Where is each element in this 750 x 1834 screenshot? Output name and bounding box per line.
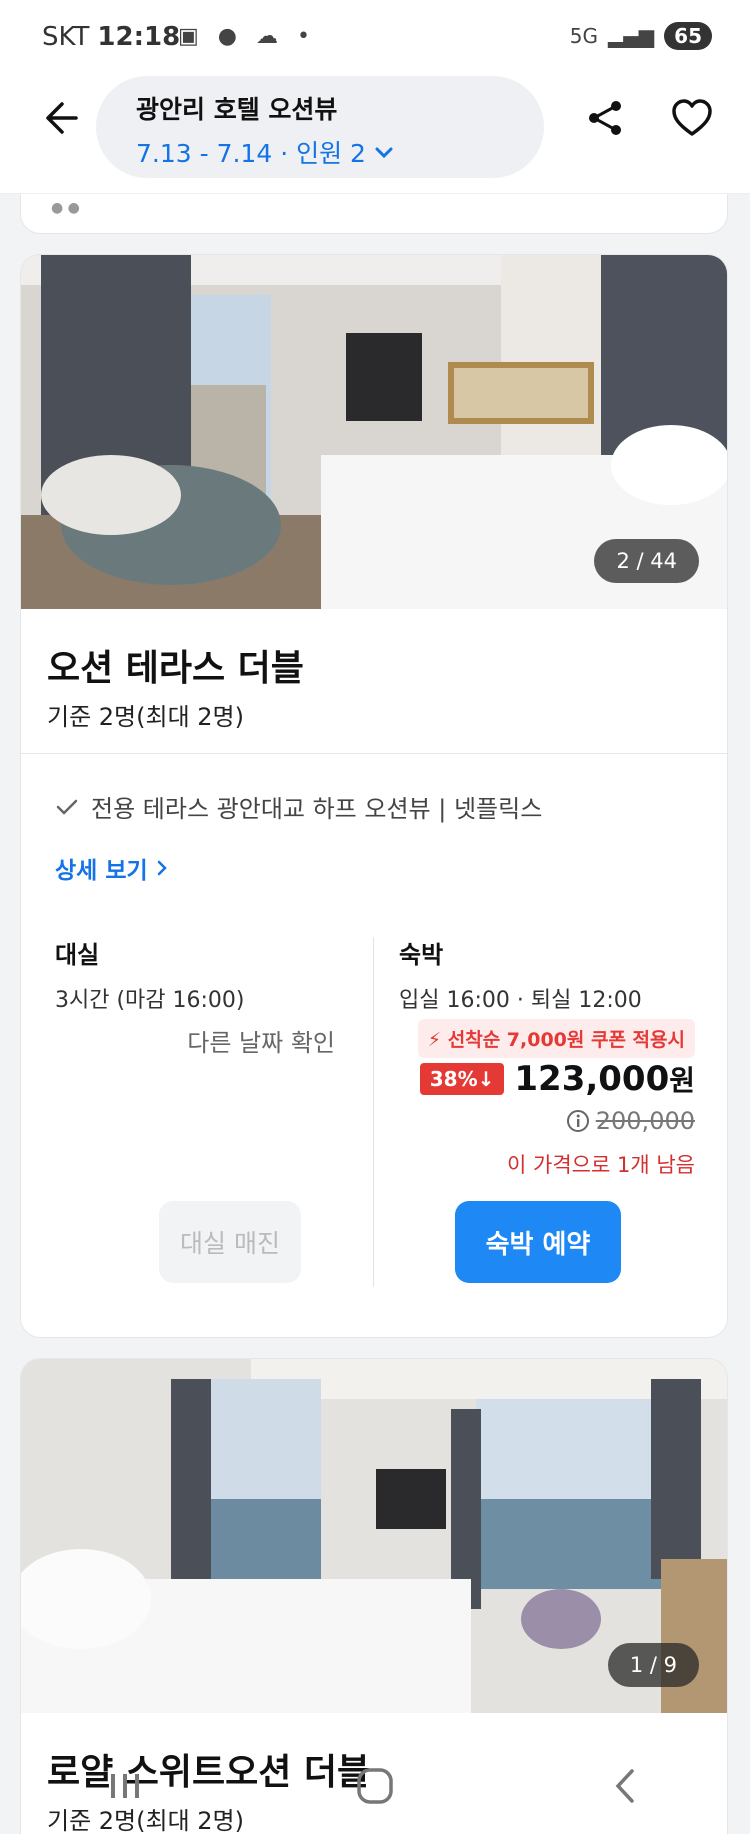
previous-card-bottom: ● ● <box>20 194 728 234</box>
coupon-badge: ⚡ 선착순 7,000원 쿠폰 적용시 <box>417 1019 695 1058</box>
book-stay-button[interactable]: 숙박 예약 <box>455 1201 621 1283</box>
price-row: 38%↓ 123,000원 <box>419 1059 695 1099</box>
discount-badge: 38%↓ <box>419 1063 505 1095</box>
discount-rate: 38% <box>429 1067 478 1091</box>
remaining-notice: 이 가격으로 1개 남음 <box>507 1153 695 1177</box>
share-icon[interactable] <box>586 98 626 138</box>
arrow-down-icon: ↓ <box>477 1067 495 1091</box>
photo-counter: 1 / 9 <box>607 1643 699 1687</box>
photo-counter: 2 / 44 <box>594 539 699 583</box>
clock: 12:18 <box>97 22 181 52</box>
detail-link-label: 상세 보기 <box>55 858 148 884</box>
stay-info: 입실 16:00 · 퇴실 12:00 <box>399 988 642 1013</box>
nav-back-button[interactable] <box>595 1756 655 1816</box>
room-photo[interactable]: 2 / 44 <box>21 255 727 609</box>
status-right: 5G ▂▄▆ 65 <box>570 22 712 50</box>
date-guests: 7.13 - 7.14 · 인원 2 <box>136 139 366 168</box>
lightning-icon: ⚡ <box>427 1029 442 1051</box>
room-capacity: 기준 2명(최대 2명) <box>47 703 245 731</box>
recent-apps-icon <box>111 1774 139 1798</box>
amenities-row: 전용 테라스 광안대교 하프 오션뷰 | 넷플릭스 <box>55 789 542 824</box>
dayuse-title: 대실 <box>55 941 100 969</box>
search-title: 광안리 호텔 오션뷰 <box>136 95 338 124</box>
search-subtitle: 7.13 - 7.14 · 인원 2 <box>136 134 544 170</box>
dayuse-info: 3시간 (마감 16:00) <box>55 988 245 1013</box>
nav-back-icon <box>615 1769 634 1803</box>
carrier: SKT 12:18 <box>42 22 180 52</box>
price-unit: 원 <box>669 1064 695 1097</box>
coupon-text: 선착순 7,000원 쿠폰 적용시 <box>447 1029 685 1051</box>
original-price-row: 200,000 <box>566 1107 695 1135</box>
signal-icon: ▂▄▆ <box>608 24 655 48</box>
sale-price: 123,000원 <box>514 1059 695 1099</box>
home-icon <box>357 1768 393 1804</box>
info-icon[interactable] <box>566 1109 590 1133</box>
sale-price-value: 123,000 <box>514 1059 670 1099</box>
status-bar: SKT 12:18 ▣ ● ☁ • 5G ▂▄▆ 65 <box>0 0 750 76</box>
network-indicator: 5G <box>569 24 598 48</box>
back-arrow-icon[interactable] <box>36 96 80 140</box>
system-nav-bar <box>0 1738 750 1834</box>
battery-indicator: 65 <box>664 22 712 50</box>
heart-icon[interactable] <box>670 98 714 138</box>
room-photo[interactable]: 1 / 9 <box>21 1359 727 1713</box>
app-header: 광안리 호텔 오션뷰 7.13 - 7.14 · 인원 2 <box>0 76 750 194</box>
chevron-right-icon <box>157 860 167 876</box>
original-price: 200,000 <box>595 1107 695 1135</box>
dayuse-section: 대실 3시간 (마감 16:00) <box>55 935 355 1014</box>
home-button[interactable] <box>345 1756 405 1816</box>
recent-apps-button[interactable] <box>95 1756 155 1816</box>
column-divider <box>373 937 374 1287</box>
detail-link[interactable]: 상세 보기 <box>55 851 170 885</box>
chevron-down-icon <box>375 147 393 159</box>
check-icon <box>56 799 78 815</box>
previous-card-indicator: ● ● <box>51 200 80 216</box>
dayuse-soldout-button[interactable]: 대실 매진 <box>159 1201 301 1283</box>
room-card: 2 / 44 오션 테라스 더블 기준 2명(최대 2명) 전용 테라스 광안대… <box>20 254 728 1338</box>
divider <box>21 753 727 754</box>
amenities-text: 전용 테라스 광안대교 하프 오션뷰 | 넷플릭스 <box>91 795 543 823</box>
notification-icons: ▣ ● ☁ • <box>178 24 316 49</box>
other-date-link[interactable]: 다른 날짜 확인 <box>55 1023 335 1058</box>
stay-title: 숙박 <box>399 941 444 969</box>
search-summary[interactable]: 광안리 호텔 오션뷰 7.13 - 7.14 · 인원 2 <box>96 76 544 178</box>
carrier-name: SKT <box>42 22 90 52</box>
stay-section: 숙박 입실 16:00 · 퇴실 12:00 <box>399 935 699 1014</box>
room-name: 오션 테라스 더블 <box>47 648 304 689</box>
